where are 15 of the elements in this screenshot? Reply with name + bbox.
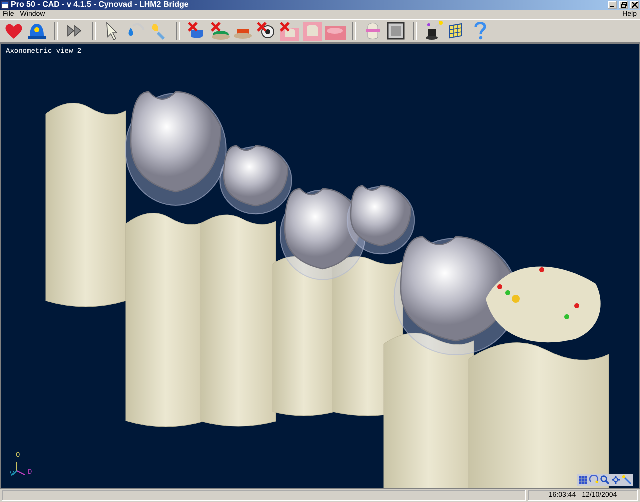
- restore-icon: [620, 2, 626, 8]
- wand-icon[interactable]: [622, 475, 632, 485]
- close-button[interactable]: [630, 1, 639, 9]
- zoom-icon[interactable]: [600, 475, 610, 485]
- magic-hat-icon[interactable]: [423, 20, 445, 42]
- pan-icon[interactable]: [611, 475, 621, 485]
- close-icon: [632, 2, 638, 8]
- restore-button[interactable]: [619, 1, 628, 9]
- axis-icon: [12, 462, 26, 476]
- frame-icon[interactable]: [385, 20, 407, 42]
- minimize-button[interactable]: [608, 1, 617, 9]
- window-title: Pro 50 - CAD - v 4.1.5 - Cynovad - LHM2 Bridge: [11, 0, 190, 10]
- app-icon: [1, 1, 9, 9]
- grid-icon[interactable]: [578, 475, 588, 485]
- rotate-icon[interactable]: [589, 475, 599, 485]
